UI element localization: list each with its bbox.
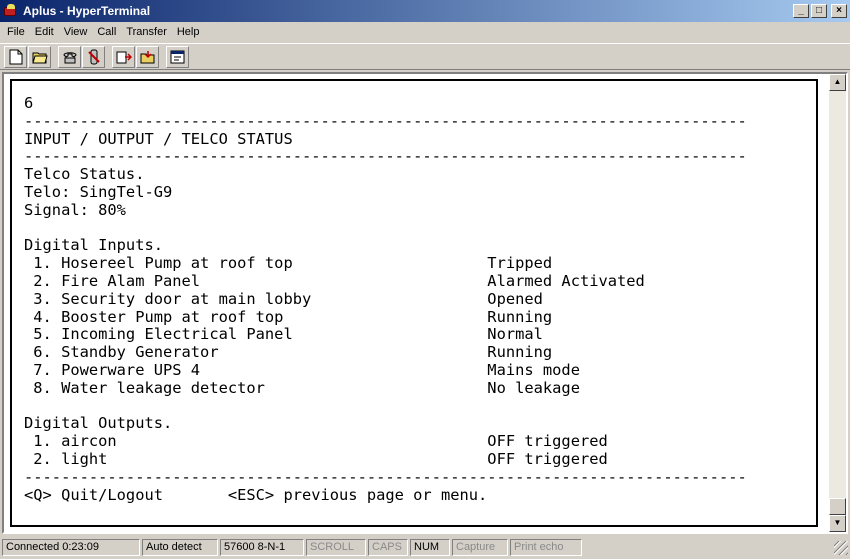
status-scroll: SCROLL [306, 539, 366, 556]
menu-file[interactable]: File [2, 26, 30, 38]
terminal-line: INPUT / OUTPUT / TELCO STATUS [24, 129, 293, 148]
terminal-line: 1. Hosereel Pump at roof top Tripped [24, 254, 553, 273]
scroll-down-button[interactable]: ▼ [829, 515, 846, 532]
status-connected: Connected 0:23:09 [2, 539, 140, 556]
menu-call[interactable]: Call [92, 26, 121, 38]
terminal-line: Telco Status. [24, 165, 145, 184]
terminal-line: 2. Fire Alam Panel Alarmed Activated [24, 271, 645, 290]
terminal-line: 6 [24, 94, 34, 112]
minimize-button[interactable]: _ [793, 4, 809, 18]
terminal-line: 5. Incoming Electrical Panel Normal [24, 325, 543, 344]
terminal-output: 6 ---------------------------------------… [24, 94, 747, 504]
maximize-button[interactable]: □ [811, 4, 827, 18]
menu-help[interactable]: Help [172, 26, 205, 38]
properties-icon[interactable] [166, 45, 189, 68]
new-document-icon[interactable] [4, 45, 27, 68]
toolbar [0, 43, 850, 70]
status-capture: Capture [452, 539, 508, 556]
terminal-line: 1. aircon OFF triggered [24, 432, 608, 451]
menu-bar: File Edit View Call Transfer Help [0, 22, 850, 41]
status-print-echo: Print echo [510, 539, 582, 556]
terminal-line: ----------------------------------------… [24, 467, 747, 486]
terminal-line: 3. Security door at main lobby Opened [24, 289, 543, 308]
terminal-line: 7. Powerware UPS 4 Mains mode [24, 360, 580, 379]
status-num: NUM [410, 539, 450, 556]
vertical-scrollbar[interactable]: ▲ ▼ [829, 74, 846, 532]
terminal-line: Signal: 80% [24, 200, 126, 219]
scroll-up-button[interactable]: ▲ [829, 74, 846, 91]
status-caps: CAPS [368, 539, 408, 556]
terminal-line: <Q> Quit/Logout <ESC> previous page or m… [24, 485, 488, 504]
menu-view[interactable]: View [59, 26, 93, 38]
status-bar: Connected 0:23:09 Auto detect 57600 8-N-… [0, 536, 850, 559]
hangup-icon[interactable] [82, 45, 105, 68]
scroll-thumb[interactable] [829, 498, 846, 515]
terminal-line: 4. Booster Pump at roof top Running [24, 307, 553, 326]
phone-icon[interactable] [58, 45, 81, 68]
terminal-line: 8. Water leakage detector No leakage [24, 378, 580, 397]
status-settings: 57600 8-N-1 [220, 539, 304, 556]
terminal-line: Digital Inputs. [24, 236, 163, 255]
menu-transfer[interactable]: Transfer [121, 26, 172, 38]
terminal-client-area: 6 ---------------------------------------… [2, 72, 848, 534]
terminal-line: Telo: SingTel-G9 [24, 182, 173, 201]
open-folder-icon[interactable] [28, 45, 51, 68]
terminal-line: 2. light OFF triggered [24, 449, 608, 468]
window-title: Aplus - HyperTerminal [23, 4, 151, 18]
receive-file-icon[interactable] [136, 45, 159, 68]
send-file-icon[interactable] [112, 45, 135, 68]
terminal-line: Digital Outputs. [24, 414, 173, 433]
title-bar[interactable]: Aplus - HyperTerminal _ □ × [0, 0, 850, 22]
terminal-line: 6. Standby Generator Running [24, 343, 553, 362]
resize-grip[interactable] [834, 540, 848, 555]
terminal-line: ----------------------------------------… [24, 111, 747, 130]
hyperterminal-app-icon[interactable] [3, 3, 19, 19]
terminal-screen[interactable]: 6 ---------------------------------------… [10, 79, 818, 527]
terminal-line: ----------------------------------------… [24, 147, 747, 166]
menu-edit[interactable]: Edit [30, 26, 59, 38]
status-detect: Auto detect [142, 539, 218, 556]
close-button[interactable]: × [831, 4, 847, 18]
